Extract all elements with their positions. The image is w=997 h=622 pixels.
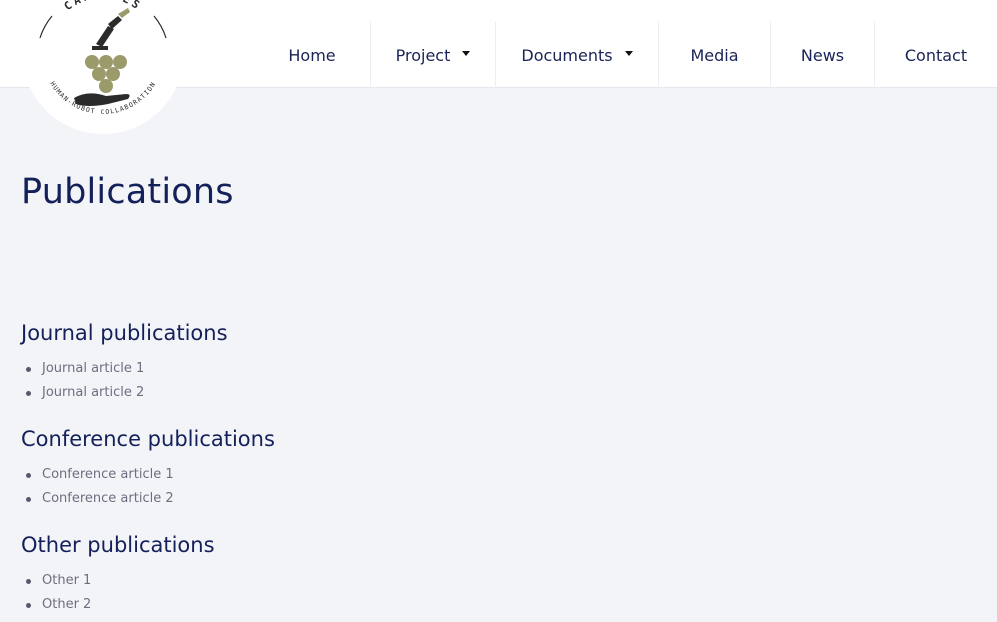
section-title-journal: Journal publications (21, 321, 228, 345)
nav-item-label: News (800, 45, 845, 65)
nav-item-news[interactable]: News (770, 22, 874, 88)
canopies-logo-icon: CANOPIES HUMAN-ROBOT COLLABORATION (23, 0, 183, 133)
nav-item-label: Media (690, 45, 739, 65)
nav-item-media[interactable]: Media (658, 22, 770, 88)
nav-item-label: Contact (904, 45, 968, 65)
conference-list: Conference article 1 Conference article … (24, 463, 174, 511)
other-list: Other 1 Other 2 (24, 569, 91, 617)
caret-down-icon (624, 50, 633, 56)
journal-list: Journal article 1 Journal article 2 (24, 357, 144, 405)
list-item[interactable]: Other 1 (24, 569, 91, 593)
caret-down-icon (462, 50, 471, 56)
section-title-conference: Conference publications (21, 427, 275, 451)
canopies-logo[interactable]: CANOPIES HUMAN-ROBOT COLLABORATION (22, 0, 184, 134)
nav-item-home[interactable]: Home (254, 22, 370, 88)
nav-item-label: Project (395, 45, 451, 65)
page-title: Publications (21, 172, 234, 212)
nav-item-contact[interactable]: Contact (874, 22, 997, 88)
list-item[interactable]: Other 2 (24, 593, 91, 617)
list-item[interactable]: Journal article 1 (24, 357, 144, 381)
nav-item-label: Home (288, 45, 336, 65)
section-title-other: Other publications (21, 533, 215, 557)
list-item[interactable]: Conference article 2 (24, 487, 174, 511)
nav-item-documents[interactable]: Documents (495, 22, 658, 88)
list-item[interactable]: Journal article 2 (24, 381, 144, 405)
nav-item-label: Documents (521, 45, 613, 65)
list-item[interactable]: Conference article 1 (24, 463, 174, 487)
main-nav: Home Project Documents Media News Contac… (254, 22, 997, 88)
nav-item-project[interactable]: Project (370, 22, 495, 88)
